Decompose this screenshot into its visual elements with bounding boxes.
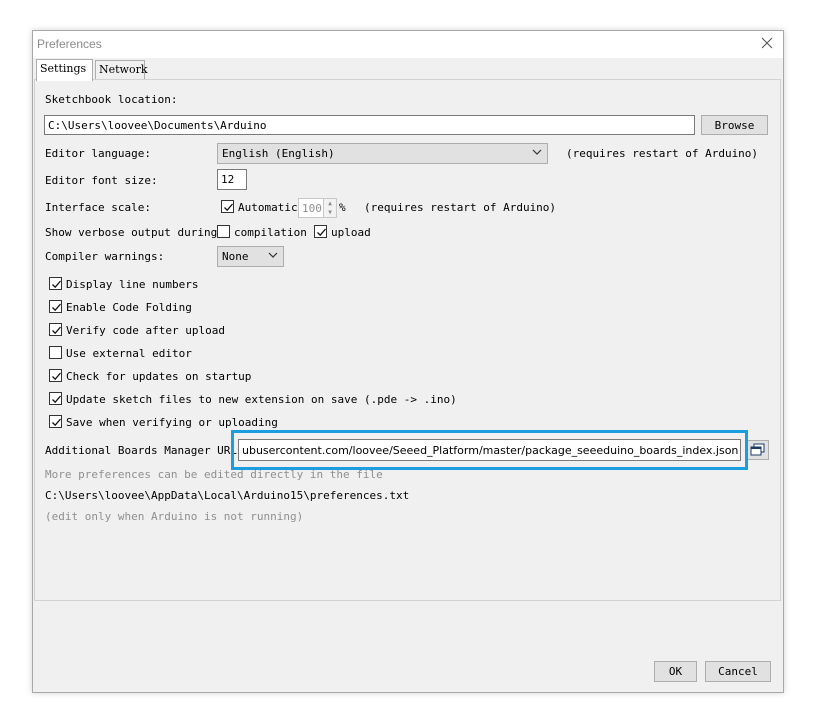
tab-settings[interactable]: Settings <box>36 59 93 81</box>
sketchbook-label: Sketchbook location: <box>45 93 178 106</box>
scale-input[interactable]: 100 <box>298 198 325 218</box>
compiler-warnings-select[interactable]: None <box>217 246 284 267</box>
scale-stepper[interactable]: ▲ ▼ <box>323 198 337 218</box>
checkmark-icon <box>224 203 233 212</box>
window-title: Preferences <box>37 37 102 51</box>
automatic-label: Automatic <box>238 201 298 214</box>
compilation-checkbox[interactable] <box>217 225 230 238</box>
option-checkbox[interactable] <box>49 369 62 382</box>
sketchbook-input[interactable]: C:\Users\loovee\Documents\Arduino <box>44 115 695 135</box>
option-checkbox[interactable] <box>49 346 62 359</box>
chevron-down-icon <box>532 149 542 155</box>
boards-urls-editor-button[interactable] <box>747 440 769 460</box>
editor-language-select[interactable]: English (English) <box>217 143 548 164</box>
option-label: Enable Code Folding <box>66 301 192 314</box>
scale-note: (requires restart of Arduino) <box>364 201 557 214</box>
scale-unit: % <box>339 201 346 214</box>
editor-language-note: (requires restart of Arduino) <box>566 147 759 160</box>
option-label: Check for updates on startup <box>66 370 252 383</box>
edit-note: (edit only when Arduino is not running) <box>45 510 304 523</box>
option-label: Display line numbers <box>66 278 199 291</box>
chevron-down-icon <box>268 252 278 258</box>
cancel-button[interactable]: Cancel <box>705 661 771 682</box>
option-label: Update sketch files to new extension on … <box>66 393 457 406</box>
option-checkbox[interactable] <box>49 392 62 405</box>
boards-urls-label: Additional Boards Manager URLs: <box>45 444 251 457</box>
upload-checkbox[interactable] <box>314 225 327 238</box>
checkmark-icon <box>317 228 326 237</box>
option-label: Use external editor <box>66 347 192 360</box>
checkmark-icon <box>52 326 61 335</box>
verbose-label: Show verbose output during: <box>45 226 224 239</box>
checkmark-icon <box>52 418 61 427</box>
ok-button[interactable]: OK <box>654 661 697 682</box>
option-label: Save when verifying or uploading <box>66 416 278 429</box>
browse-button[interactable]: Browse <box>701 115 768 135</box>
close-icon[interactable] <box>759 35 775 51</box>
checkmark-icon <box>52 280 61 289</box>
checkmark-icon <box>52 372 61 381</box>
option-checkbox[interactable] <box>49 415 62 428</box>
option-label: Verify code after upload <box>66 324 225 337</box>
automatic-checkbox[interactable] <box>221 200 234 213</box>
compiler-warnings-label: Compiler warnings: <box>45 250 165 263</box>
compilation-label: compilation <box>234 226 307 239</box>
window-icon <box>750 443 765 456</box>
tab-network[interactable]: Network <box>95 60 148 80</box>
title-bar: Preferences <box>33 31 783 58</box>
font-size-label: Editor font size: <box>45 174 158 187</box>
more-preferences-text: More preferences can be edited directly … <box>45 468 383 481</box>
interface-scale-label: Interface scale: <box>45 201 151 214</box>
checkmark-icon <box>52 303 61 312</box>
option-checkbox[interactable] <box>49 300 62 313</box>
editor-language-value: English (English) <box>222 147 335 160</box>
editor-language-label: Editor language: <box>45 147 151 160</box>
compiler-warnings-value: None <box>222 250 249 263</box>
highlight-box <box>231 430 748 470</box>
preferences-path: C:\Users\loovee\AppData\Local\Arduino15\… <box>45 489 410 502</box>
option-checkbox[interactable] <box>49 323 62 336</box>
checkmark-icon <box>52 395 61 404</box>
font-size-input[interactable]: 12 <box>217 169 247 190</box>
upload-label: upload <box>331 226 371 239</box>
option-checkbox[interactable] <box>49 277 62 290</box>
